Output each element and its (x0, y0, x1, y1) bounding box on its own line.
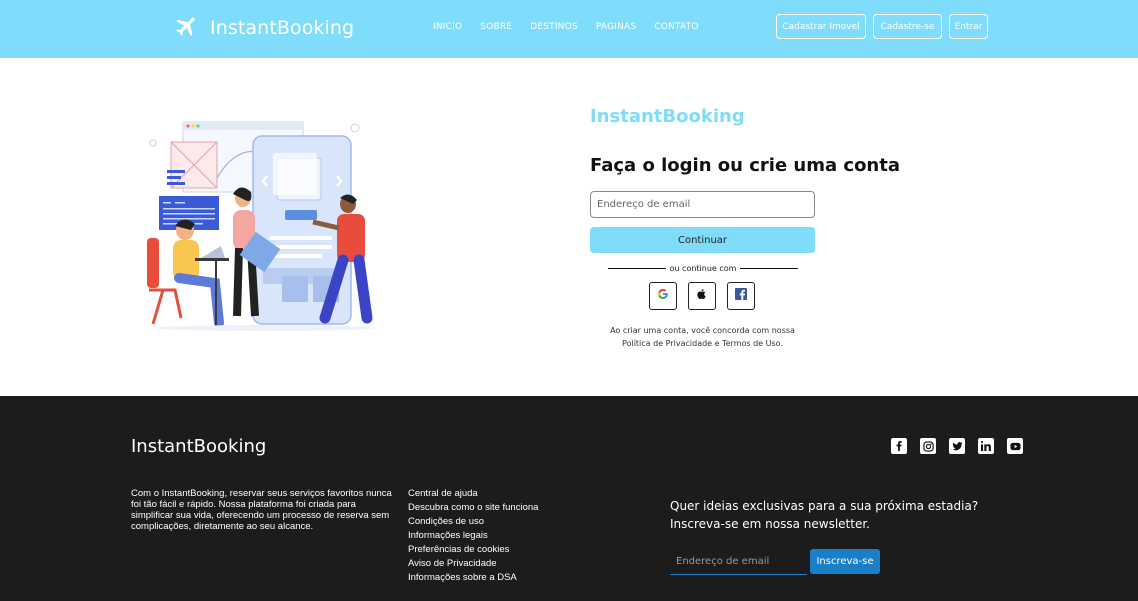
newsletter-line-2: Inscreva-se em nossa newsletter. (670, 517, 870, 531)
email-field[interactable] (590, 191, 815, 218)
brand-logo[interactable]: InstantBooking (174, 14, 354, 42)
or-divider: ou continue com (608, 262, 799, 274)
main-nav: INICIO SOBRE DESTINOS PAGINAS CONTATO (433, 22, 699, 32)
nav-inicio[interactable]: INICIO (433, 22, 462, 32)
continue-button[interactable]: Continuar (590, 227, 815, 253)
signup-button[interactable]: Cadastre-se (873, 14, 942, 39)
instagram-icon[interactable] (920, 438, 936, 454)
newsletter-heading: Quer ideias exclusivas para a sua próxim… (670, 497, 1000, 533)
newsletter-email-field[interactable] (670, 549, 807, 575)
apple-login-button[interactable] (688, 282, 716, 310)
youtube-icon[interactable] (1007, 438, 1023, 454)
footer-about-text: Com o InstantBooking, reservar seus serv… (131, 488, 392, 532)
footer-links: Central de ajuda Descubra como o site fu… (408, 487, 538, 585)
divider-line-right (740, 267, 799, 269)
footer-link-privacy-notice[interactable]: Aviso de Privacidade (408, 557, 538, 571)
twitter-icon[interactable] (949, 438, 965, 454)
footer-link-help-center[interactable]: Central de ajuda (408, 487, 538, 501)
terms-line-1: Ao criar uma conta, você concorda com no… (610, 326, 795, 335)
newsletter-line-1: Quer ideias exclusivas para a sua próxim… (670, 499, 979, 513)
login-button[interactable]: Entrar (949, 14, 988, 39)
linkedin-icon[interactable] (978, 438, 994, 454)
facebook-login-button[interactable] (727, 282, 755, 310)
divider-line-left (608, 267, 666, 269)
google-icon (657, 287, 669, 305)
google-login-button[interactable] (649, 282, 677, 310)
hero-illustration (145, 118, 385, 333)
nav-contato[interactable]: CONTATO (654, 22, 698, 32)
facebook-icon[interactable] (891, 438, 907, 454)
apple-icon (696, 287, 708, 305)
top-navbar: InstantBooking INICIO SOBRE DESTINOS PAG… (0, 0, 1138, 58)
footer-brand: InstantBooking (131, 436, 267, 457)
register-property-button[interactable]: Cadastrar Imovel (776, 14, 866, 39)
divider-text: ou continue com (669, 263, 737, 273)
nav-paginas[interactable]: PAGINAS (596, 22, 636, 32)
nav-sobre[interactable]: SOBRE (480, 22, 512, 32)
login-brand: InstantBooking (590, 106, 745, 127)
airplane-icon (174, 13, 200, 44)
terms-notice: Ao criar uma conta, você concorda com no… (590, 324, 815, 350)
nav-destinos[interactable]: DESTINOS (530, 22, 578, 32)
site-footer: InstantBooking Com o InstantBooking, res… (0, 396, 1138, 601)
footer-link-legal-info[interactable]: Informações legais (408, 529, 538, 543)
footer-link-how-it-works[interactable]: Descubra como o site funciona (408, 501, 538, 515)
footer-link-terms-of-use[interactable]: Condições de uso (408, 515, 538, 529)
brand-name: InstantBooking (210, 17, 355, 39)
footer-social-links (891, 438, 1023, 454)
page-title: Faça o login ou crie uma conta (590, 155, 900, 176)
facebook-icon (735, 287, 747, 305)
terms-line-2[interactable]: Política de Privacidade e Termos de Uso. (590, 337, 815, 350)
footer-link-dsa-info[interactable]: Informações sobre a DSA (408, 571, 538, 585)
subscribe-button[interactable]: Inscreva-se (810, 549, 880, 574)
footer-link-cookie-preferences[interactable]: Preferências de cookies (408, 543, 538, 557)
